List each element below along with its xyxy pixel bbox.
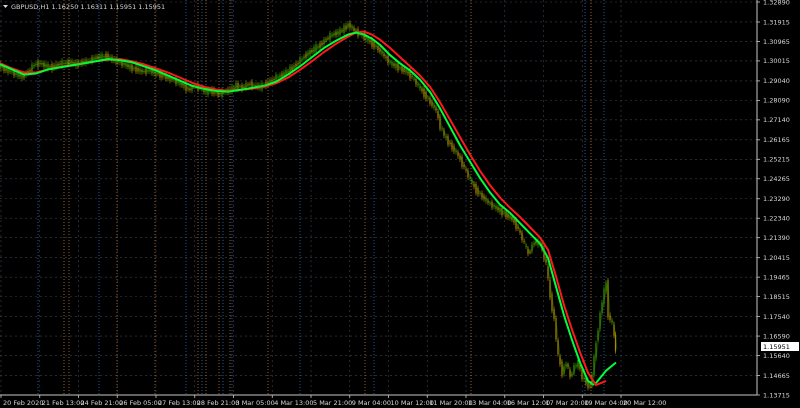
price-tick-label: 1.14665 bbox=[763, 372, 790, 380]
time-tick-label: 13 Mar 04:00 bbox=[468, 399, 511, 407]
time-tick-label: 21 Feb 13:00 bbox=[42, 399, 85, 407]
candle-body bbox=[441, 128, 443, 130]
time-tick-label: 19 Mar 04:00 bbox=[584, 399, 627, 407]
current-price-tag-text: 1.15951 bbox=[763, 343, 790, 351]
price-chart[interactable]: GBPUSD,H1 1.16250 1.16311 1.15951 1.1595… bbox=[0, 0, 800, 408]
price-tick-label: 1.18515 bbox=[763, 293, 790, 301]
price-tick-label: 1.32890 bbox=[763, 0, 790, 6]
price-tick-label: 1.25215 bbox=[763, 156, 790, 164]
chart-window[interactable]: GBPUSD,H1 1.16250 1.16311 1.15951 1.1595… bbox=[0, 0, 800, 408]
price-tick-label: 1.30965 bbox=[763, 38, 790, 46]
time-tick-label: 3 Mar 05:00 bbox=[236, 399, 275, 407]
time-tick-label: 24 Feb 21:00 bbox=[81, 399, 124, 407]
price-tick-label: 1.20415 bbox=[763, 254, 790, 262]
price-tick-label: 1.16590 bbox=[763, 332, 790, 340]
time-tick-label: 20 Mar 12:00 bbox=[623, 399, 666, 407]
time-tick-label: 20 Feb 2020 bbox=[3, 399, 43, 407]
symbol-ohlc-label: GBPUSD,H1 1.16250 1.16311 1.15951 1.1595… bbox=[11, 3, 165, 11]
price-tick-label: 1.23290 bbox=[763, 195, 790, 203]
time-tick-label: 11 Mar 20:00 bbox=[429, 399, 472, 407]
chart-header: GBPUSD,H1 1.16250 1.16311 1.15951 1.1595… bbox=[3, 3, 165, 11]
price-tick-label: 1.21390 bbox=[763, 234, 790, 242]
time-tick-label: 16 Mar 12:00 bbox=[507, 399, 550, 407]
time-tick-label: 5 Mar 21:00 bbox=[313, 399, 352, 407]
price-tick-label: 1.30015 bbox=[763, 57, 790, 65]
time-tick-label: 17 Mar 20:00 bbox=[546, 399, 589, 407]
price-tick-label: 1.15640 bbox=[763, 352, 790, 360]
time-tick-label: 27 Feb 13:00 bbox=[158, 399, 201, 407]
price-tick-label: 1.27140 bbox=[763, 116, 790, 124]
price-tick-label: 1.13715 bbox=[763, 391, 790, 399]
price-tick-label: 1.28090 bbox=[763, 97, 790, 105]
candle-body bbox=[469, 177, 471, 179]
time-tick-label: 10 Mar 12:00 bbox=[391, 399, 434, 407]
price-tick-label: 1.29040 bbox=[763, 77, 790, 85]
time-tick-label: 9 Mar 04:00 bbox=[352, 399, 391, 407]
time-tick-label: 28 Feb 21:00 bbox=[197, 399, 240, 407]
price-tick-label: 1.22340 bbox=[763, 215, 790, 223]
current-price-tag: 1.15951 bbox=[761, 342, 799, 351]
price-tick-label: 1.26165 bbox=[763, 136, 790, 144]
price-tick-label: 1.17540 bbox=[763, 313, 790, 321]
price-tick-label: 1.24265 bbox=[763, 175, 790, 183]
price-tick-label: 1.19465 bbox=[763, 273, 790, 281]
price-tick-label: 1.31915 bbox=[763, 18, 790, 26]
time-tick-label: 4 Mar 13:00 bbox=[274, 399, 313, 407]
time-tick-label: 26 Feb 05:00 bbox=[119, 399, 162, 407]
